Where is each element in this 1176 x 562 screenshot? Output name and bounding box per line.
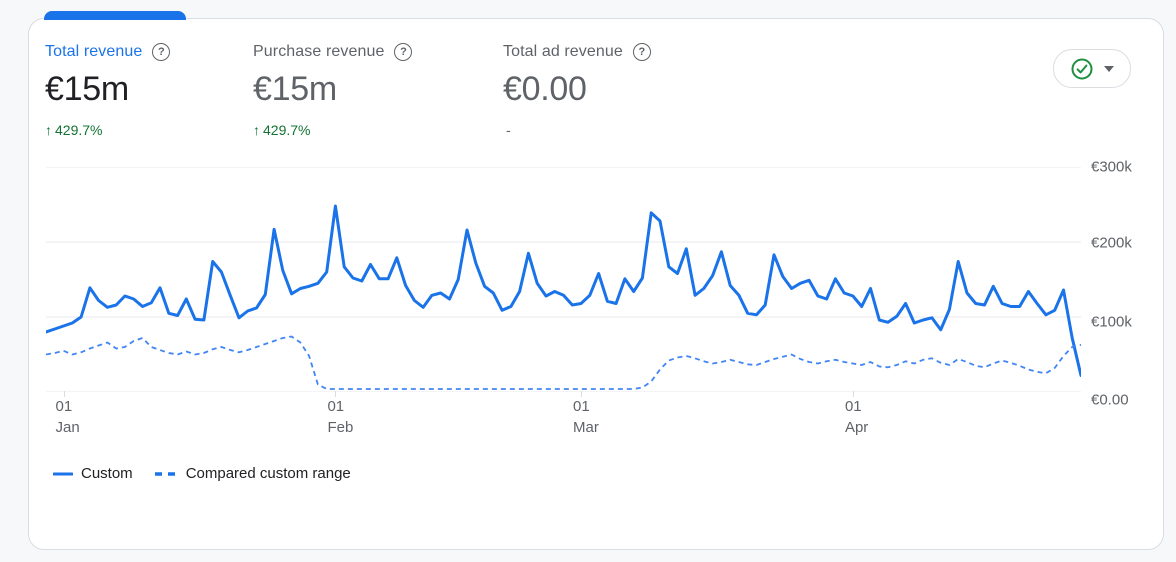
series-line-solid: [46, 204, 1081, 377]
delta-value: 429.7%: [263, 122, 311, 138]
metric-delta: -: [503, 122, 651, 138]
metric-label: Total ad revenue: [503, 43, 623, 60]
metric-value: €15m: [253, 70, 337, 108]
solid-line-swatch-icon: [53, 472, 73, 475]
x-axis-label: 01 Mar: [573, 398, 599, 436]
delta-value: -: [506, 122, 511, 138]
x-axis: 01 Jan 01 Feb 01 Mar 01 Apr: [46, 391, 1081, 439]
revenue-chart[interactable]: [46, 167, 1081, 392]
chart-svg: [46, 167, 1081, 392]
page-background: Total revenue ? €15m ↑ 429.7% Purchase r…: [0, 0, 1176, 562]
legend-label: Custom: [81, 465, 133, 482]
y-axis-label: €200k: [1091, 234, 1132, 252]
metric-total-revenue[interactable]: Total revenue ? €15m ↑ 429.7%: [45, 43, 171, 138]
y-axis-label: €0.00: [1091, 391, 1129, 409]
series-line-dashed: [46, 335, 1081, 390]
legend-item-custom: Custom: [53, 465, 133, 482]
y-axis-label: €100k: [1091, 313, 1132, 331]
metric-total-ad-revenue[interactable]: Total ad revenue ? €0.00 -: [503, 43, 651, 138]
x-axis-label: 01 Apr: [844, 398, 869, 436]
x-axis-label: 01 Feb: [327, 398, 354, 436]
revenue-overview-card: Total revenue ? €15m ↑ 429.7% Purchase r…: [28, 18, 1164, 550]
chart-options-button[interactable]: [1053, 49, 1131, 88]
metric-value: €15m: [45, 70, 129, 108]
up-arrow-icon: ↑: [253, 122, 260, 138]
y-axis-label: €300k: [1091, 158, 1132, 176]
help-icon[interactable]: ?: [152, 43, 171, 61]
y-axis: €300k €200k €100k €0.00: [1091, 159, 1161, 409]
legend-label: Compared custom range: [185, 465, 351, 482]
metric-value: €0.00: [503, 70, 587, 108]
delta-value: 429.7%: [55, 122, 103, 138]
metric-delta: ↑ 429.7%: [45, 122, 170, 138]
legend-item-compared-custom-range: Compared custom range: [154, 465, 351, 482]
up-arrow-icon: ↑: [45, 122, 52, 138]
metric-label: Total revenue: [45, 43, 143, 60]
caret-down-icon: [1104, 65, 1114, 72]
help-icon[interactable]: ?: [394, 43, 413, 61]
check-circle-icon: [1071, 58, 1093, 79]
metric-purchase-revenue[interactable]: Purchase revenue ? €15m ↑ 429.7%: [253, 43, 413, 138]
dashed-line-swatch-icon: [154, 471, 178, 476]
metric-delta: ↑ 429.7%: [253, 122, 412, 138]
x-axis-label: 01 Jan: [55, 398, 80, 436]
help-icon[interactable]: ?: [632, 43, 651, 61]
metric-label: Purchase revenue: [253, 43, 385, 60]
chart-legend: Custom Compared custom range: [53, 465, 351, 482]
active-tab-indicator: [44, 11, 186, 20]
